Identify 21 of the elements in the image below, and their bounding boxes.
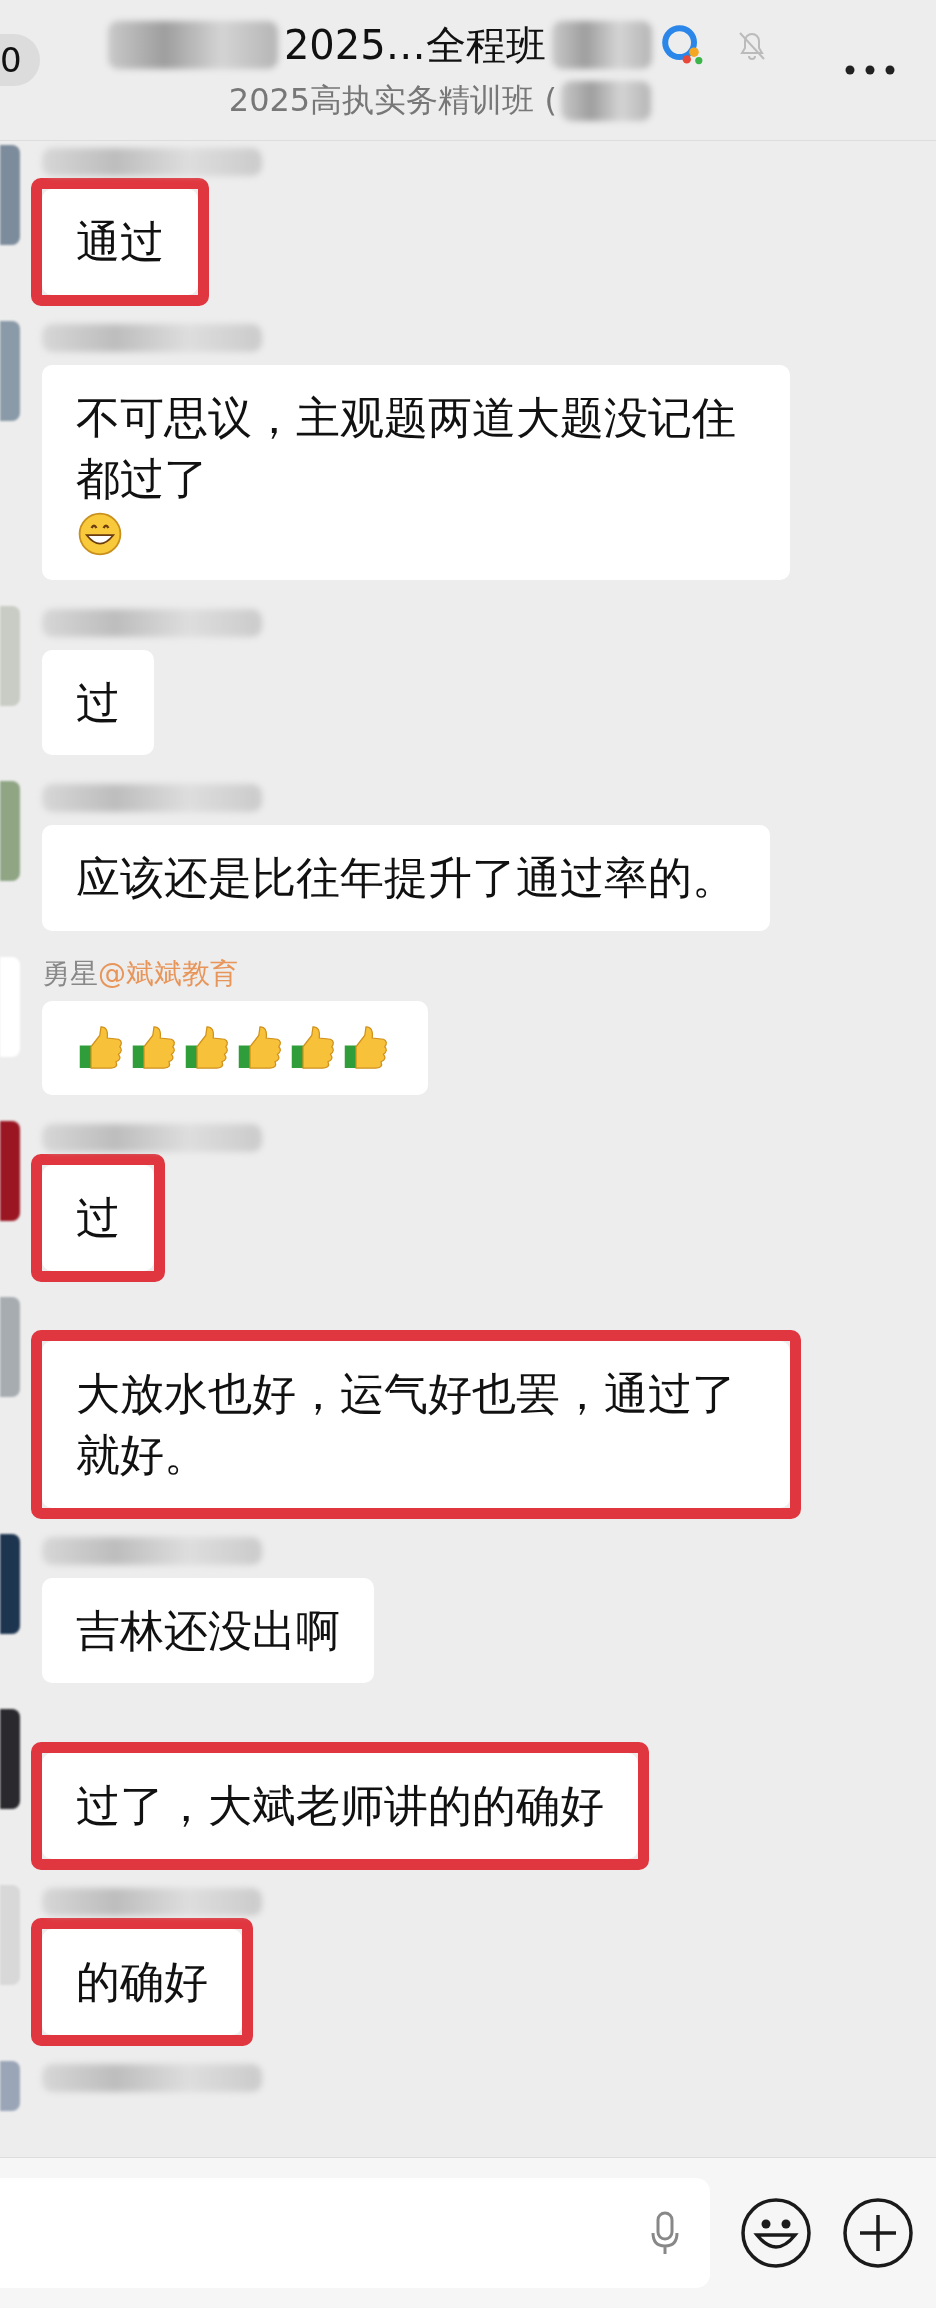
add-icon[interactable]	[842, 2197, 914, 2269]
message-input-field[interactable]	[0, 2178, 710, 2288]
message-text: 通过	[76, 215, 164, 269]
message-text: 过了，大斌老师讲的的确好	[76, 1779, 604, 1834]
message-text: 大放水也好，运气好也罢，通过了就好。	[76, 1366, 737, 1483]
emoji-icon[interactable]	[740, 2197, 812, 2269]
chat-subtitle: 2025高执实务精训班 (	[228, 79, 557, 121]
message-text: 应该还是比往年提升了通过率的。	[76, 851, 736, 906]
message-text: 过	[76, 1190, 120, 1245]
sender-mention: @斌斌教育	[98, 955, 238, 992]
microphone-icon[interactable]	[650, 2211, 680, 2255]
message-text: 吉林还没出啊	[76, 1603, 340, 1658]
chat-title: 2025…全程班	[283, 20, 546, 70]
avatar[interactable]	[0, 1709, 20, 1810]
message-text: 的确好	[76, 1954, 208, 2009]
avatar[interactable]	[0, 1120, 20, 1221]
sender-name: 勇星	[42, 955, 98, 992]
message-text: 过	[76, 675, 120, 730]
unread-count-badge[interactable]: 0	[0, 34, 40, 86]
message-text: 不可思议，主观题两道大题没记住都过了	[76, 390, 737, 507]
avatar[interactable]	[0, 1533, 20, 1634]
